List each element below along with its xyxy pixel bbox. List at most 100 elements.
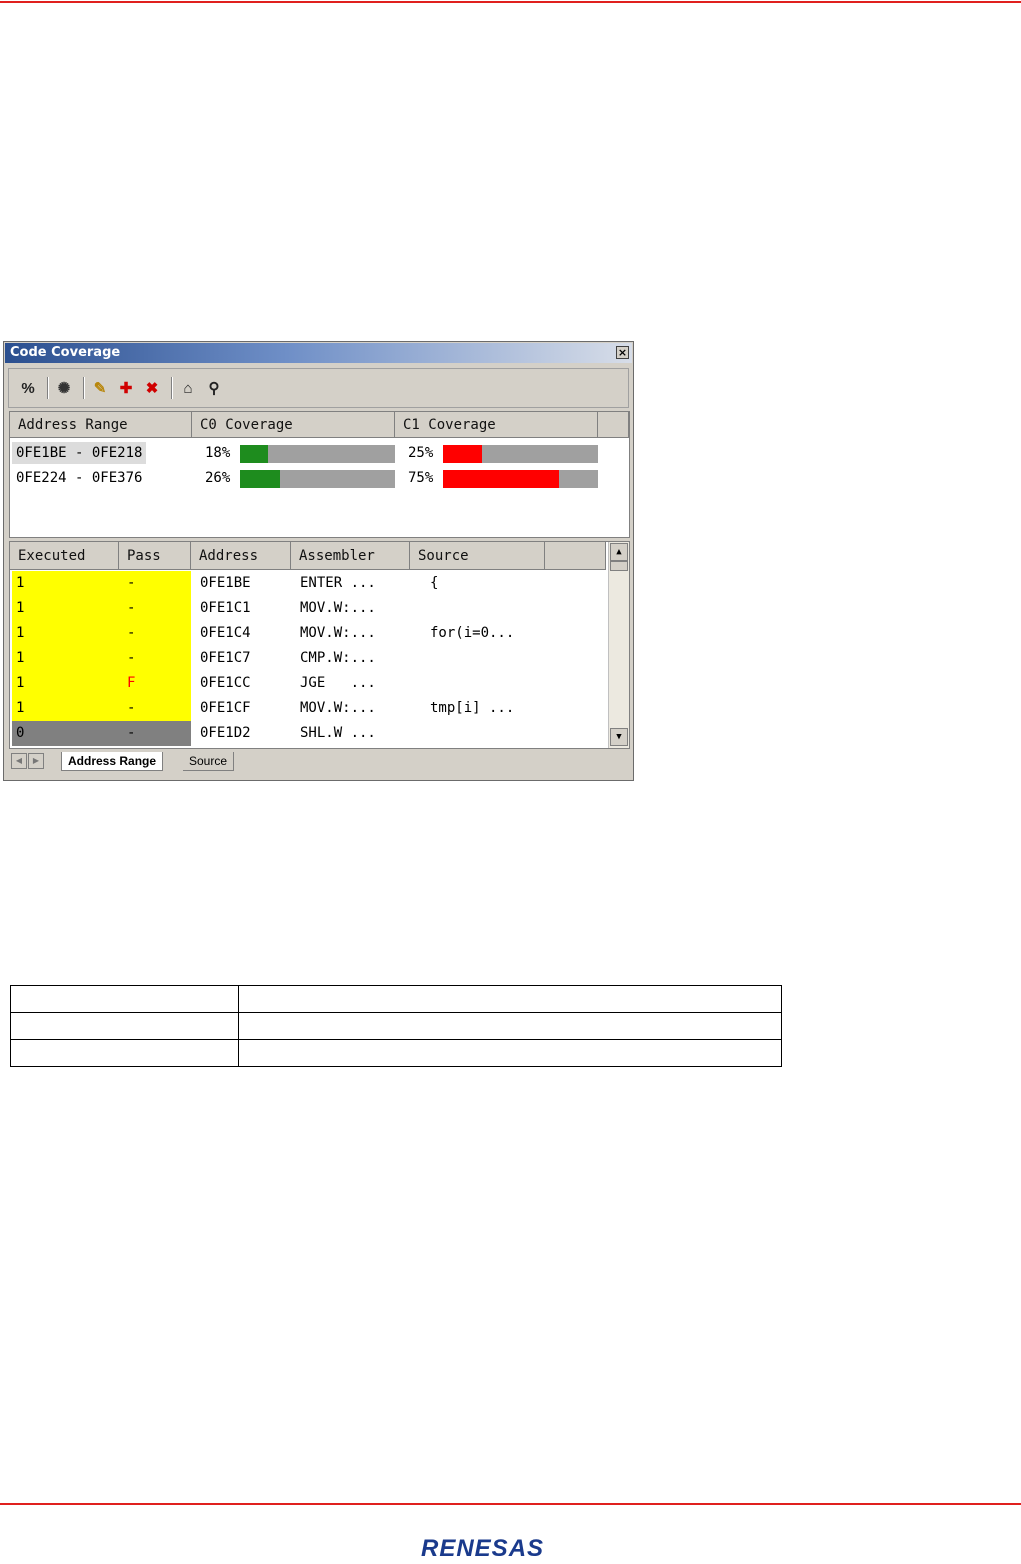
column-header-blank xyxy=(545,542,606,570)
source-cell: { xyxy=(430,575,439,591)
source-cell: tmp[i] ... xyxy=(430,700,515,716)
column-header-c1-coverage[interactable]: C1 Coverage xyxy=(395,412,598,438)
executed-cell: 1 xyxy=(12,571,119,596)
range-address: 0FE1BE - 0FE218 xyxy=(12,442,147,464)
address-cell: 0FE1BE xyxy=(200,575,251,591)
executed-cell: 1 xyxy=(12,621,119,646)
column-header-c0-coverage[interactable]: C0 Coverage xyxy=(192,412,395,438)
scroll-thumb[interactable] xyxy=(610,561,628,571)
close-button[interactable]: × xyxy=(616,346,629,359)
scroll-down-arrow-icon[interactable]: ▼ xyxy=(610,728,628,746)
percent-icon[interactable]: % xyxy=(17,377,39,399)
table-row xyxy=(10,1039,782,1067)
range-address: 0FE224 - 0FE376 xyxy=(16,470,143,486)
executed-cell: 1 xyxy=(12,646,119,671)
address-cell: 0FE1C7 xyxy=(200,650,251,666)
column-header-executed[interactable]: Executed xyxy=(10,542,119,570)
c0-coverage-fill xyxy=(240,445,268,463)
assembler-cell: JGE ... xyxy=(300,675,376,691)
address-cell: 0FE1C4 xyxy=(200,625,251,641)
address-cell: 0FE1CC xyxy=(200,675,251,691)
c1-percent: 25% xyxy=(408,445,434,461)
table-row[interactable]: 1-0FE1C1 MOV.W:... xyxy=(10,596,606,621)
address-cell: 0FE1D2 xyxy=(200,725,251,741)
column-header-blank xyxy=(598,412,629,438)
table-row xyxy=(10,1012,782,1040)
instruction-grid: Executed Pass Address Assembler Source 1… xyxy=(9,541,630,749)
source-cell: for(i=0... xyxy=(430,625,515,641)
range-row[interactable]: 0FE1BE - 0FE218 18% 25% xyxy=(10,440,629,464)
c1-coverage-fill xyxy=(443,445,482,463)
svg-text:RENESAS: RENESAS xyxy=(421,1535,544,1561)
edit-range-icon[interactable]: ✎ xyxy=(89,377,111,399)
empty-table xyxy=(10,985,782,1067)
tab-scroll-right-icon[interactable]: ▶ xyxy=(28,753,44,769)
delete-range-icon[interactable]: ✖ xyxy=(141,377,163,399)
executed-cell: 1 xyxy=(12,696,119,721)
toolbar-separator xyxy=(83,377,85,399)
executed-cell: 1 xyxy=(12,596,119,621)
c0-percent: 26% xyxy=(205,470,231,486)
column-header-pass[interactable]: Pass xyxy=(119,542,191,570)
window-titlebar[interactable]: Code Coverage × xyxy=(5,343,632,363)
pass-cell: - xyxy=(119,596,191,621)
tab-scroll-left-icon[interactable]: ◀ xyxy=(11,753,27,769)
assembler-cell: MOV.W:... xyxy=(300,700,376,716)
renesas-logo: RENESAS xyxy=(421,1535,544,1561)
column-header-assembler[interactable]: Assembler xyxy=(291,542,410,570)
c1-percent: 75% xyxy=(408,470,434,486)
range-row[interactable]: 0FE224 - 0FE376 26% 75% xyxy=(10,465,629,489)
code-coverage-window: Code Coverage × % ✺ ✎ ✚ ✖ ⌂ ⚲ Address Ra… xyxy=(3,341,634,781)
table-cell xyxy=(10,1012,239,1040)
top-rule xyxy=(0,1,1021,3)
executed-cell: 0 xyxy=(12,721,119,746)
table-row xyxy=(10,985,782,1013)
vertical-scrollbar[interactable]: ▲ ▼ xyxy=(608,542,629,748)
scroll-up-arrow-icon[interactable]: ▲ xyxy=(610,543,628,561)
column-header-source[interactable]: Source xyxy=(410,542,545,570)
pass-cell: - xyxy=(119,696,191,721)
assembler-cell: SHL.W ... xyxy=(300,725,376,741)
save-icon[interactable]: ⌂ xyxy=(177,377,199,399)
assembler-cell: CMP.W:... xyxy=(300,650,376,666)
c0-percent: 18% xyxy=(205,445,231,461)
assembler-cell: MOV.W:... xyxy=(300,625,376,641)
address-range-grid: Address Range C0 Coverage C1 Coverage 0F… xyxy=(9,411,630,538)
toolbar: % ✺ ✎ ✚ ✖ ⌂ ⚲ xyxy=(8,368,629,408)
column-header-address[interactable]: Address xyxy=(191,542,291,570)
table-cell xyxy=(10,1039,239,1067)
table-row[interactable]: 1-0FE1C4 MOV.W:... for(i=0... xyxy=(10,621,606,646)
pass-cell: - xyxy=(119,646,191,671)
column-header-address-range[interactable]: Address Range xyxy=(10,412,192,438)
table-row[interactable]: 0-0FE1D2 SHL.W ... xyxy=(10,721,606,746)
address-cell: 0FE1C1 xyxy=(200,600,251,616)
find-icon[interactable]: ⚲ xyxy=(203,377,225,399)
window-title: Code Coverage xyxy=(10,345,121,360)
add-range-icon[interactable]: ✚ xyxy=(115,377,137,399)
toolbar-separator xyxy=(47,377,49,399)
table-row[interactable]: 1-0FE1BE ENTER ... { xyxy=(10,571,606,596)
c1-coverage-bar xyxy=(443,470,598,488)
table-cell xyxy=(10,985,239,1013)
toolbar-separator xyxy=(171,377,173,399)
c1-coverage-fill xyxy=(443,470,560,488)
pass-cell: F xyxy=(119,671,191,696)
c0-coverage-bar xyxy=(240,470,395,488)
radar-icon[interactable]: ✺ xyxy=(53,377,75,399)
table-cell xyxy=(238,1012,782,1040)
tab-source[interactable]: Source xyxy=(183,752,235,771)
table-row[interactable]: 1-0FE1CF MOV.W:... tmp[i] ... xyxy=(10,696,606,721)
tab-bar: ◀ ▶ Address Range Source xyxy=(9,752,630,772)
table-row[interactable]: 1-0FE1C7 CMP.W:... xyxy=(10,646,606,671)
table-row[interactable]: 1 F 0FE1CC JGE ... xyxy=(10,671,606,696)
assembler-cell: ENTER ... xyxy=(300,575,376,591)
bottom-rule xyxy=(0,1503,1021,1505)
c0-coverage-fill xyxy=(240,470,281,488)
table-cell xyxy=(238,985,782,1013)
table-cell xyxy=(238,1039,782,1067)
tab-address-range[interactable]: Address Range xyxy=(61,752,164,771)
pass-cell: - xyxy=(119,721,191,746)
c0-coverage-bar xyxy=(240,445,395,463)
c1-coverage-bar xyxy=(443,445,598,463)
executed-cell: 1 xyxy=(12,671,119,696)
